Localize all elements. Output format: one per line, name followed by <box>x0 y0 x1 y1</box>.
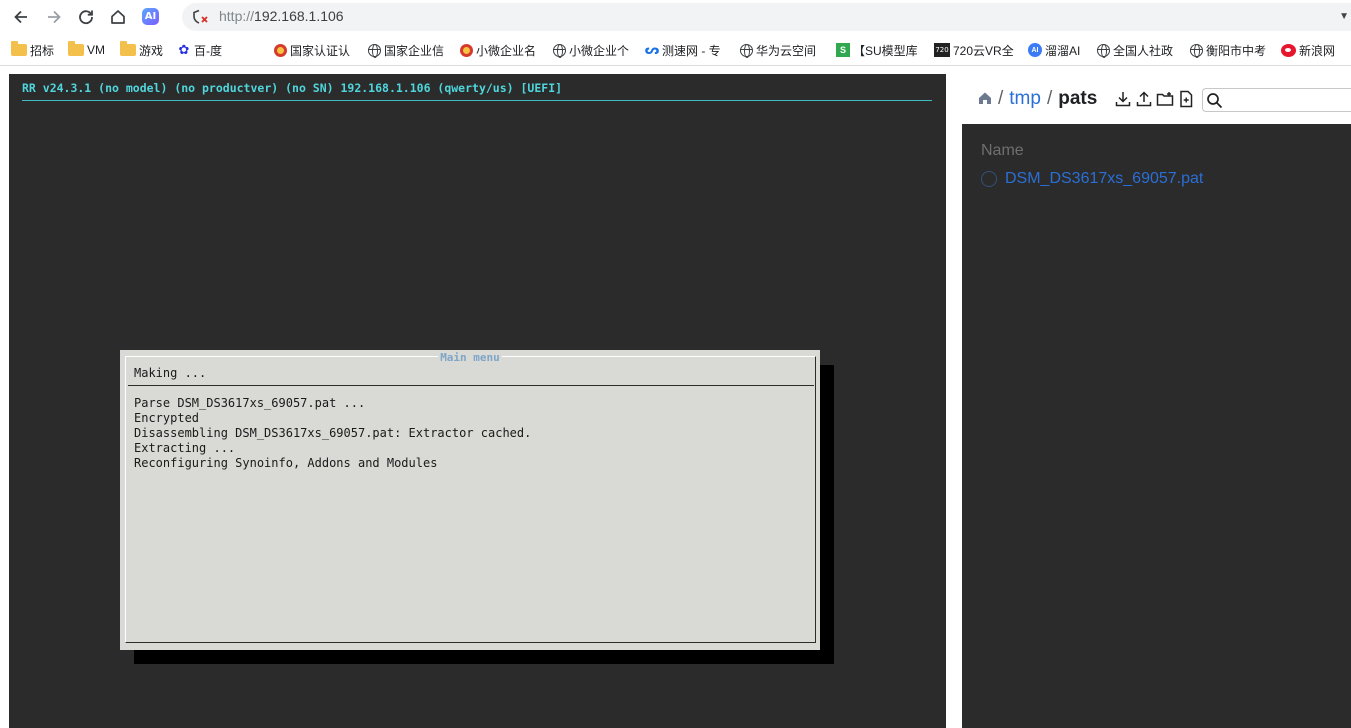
file-row[interactable]: DSM_DS3617xs_69057.pat <box>981 170 1203 188</box>
720yun-icon: 720 <box>934 43 950 57</box>
su-model-icon: S <box>836 43 850 57</box>
upload-icon[interactable] <box>1135 90 1153 108</box>
main-menu-dialog: Main menu Making ... Parse DSM_DS3617xs_… <box>120 350 820 650</box>
folder-icon <box>68 41 84 56</box>
file-link[interactable]: DSM_DS3617xs_69057.pat <box>1005 170 1203 188</box>
reload-button[interactable] <box>74 5 98 29</box>
bookmark-label: 新浪网 <box>1299 43 1336 58</box>
new-file-icon[interactable] <box>1177 90 1195 108</box>
pane-divider[interactable] <box>946 74 962 728</box>
log-line: Reconfiguring Synoinfo, Addons and Modul… <box>134 456 438 470</box>
url-scheme: http:// <box>219 8 255 24</box>
page-content: RR v24.3.1 (no model) (no productver) (n… <box>0 67 1351 728</box>
breadcrumb-separator: / <box>998 88 1004 109</box>
bookmark-label: 游戏 <box>139 43 164 58</box>
bookmark-label: 百-度 <box>194 43 222 58</box>
file-browser-header: / tmp / pats <box>962 74 1351 124</box>
bookmark-cnca[interactable]: 国家认证认 <box>274 41 356 59</box>
bookmark-label: 衡阳市中考 <box>1206 43 1267 58</box>
file-toolbar <box>1114 90 1195 108</box>
dialog-status: Making ... <box>134 366 207 380</box>
column-header-name[interactable]: Name <box>981 142 1024 160</box>
not-secure-shield-icon <box>193 9 208 24</box>
bookmark-label: 溜溜AI <box>1045 43 1081 58</box>
reload-icon <box>79 10 93 25</box>
globe-icon <box>368 43 381 58</box>
national-emblem-icon <box>460 43 473 57</box>
bookmark-hengyang[interactable]: 衡阳市中考 <box>1190 41 1270 59</box>
bookmark-folder-vm[interactable]: VM <box>68 41 105 59</box>
liuliu-ai-icon: AI <box>1028 43 1042 57</box>
dialog-title-text: Main menu <box>438 351 502 364</box>
speedtest-icon: ᔕ <box>645 42 660 57</box>
ai-assistant-button[interactable]: AI <box>142 8 159 25</box>
arrow-left-icon <box>14 10 27 24</box>
bookmark-label: 招标 <box>30 43 55 58</box>
folder-icon <box>11 41 27 56</box>
forward-button[interactable] <box>42 5 66 29</box>
bookmark-su-model[interactable]: S 【SU模型库 <box>836 41 920 59</box>
home-icon <box>111 10 125 24</box>
web-terminal[interactable]: RR v24.3.1 (no model) (no productver) (n… <box>9 74 946 728</box>
bookmark-label: VM <box>87 43 105 57</box>
bookmark-label: 国家企业信 <box>384 43 445 58</box>
bookmark-gsxt[interactable]: 国家企业信 <box>368 41 448 59</box>
bookmark-label: 720云VR全 <box>953 43 1014 58</box>
globe-icon <box>1190 43 1203 58</box>
bookmark-label: 华为云空间 <box>756 43 817 58</box>
chevron-down-icon[interactable]: ▼ <box>1339 11 1349 22</box>
new-folder-icon[interactable] <box>1156 90 1174 108</box>
url-text[interactable]: http://192.168.1.106 <box>219 8 344 24</box>
globe-icon <box>1097 43 1110 58</box>
bookmark-label: 国家认证认 <box>290 43 351 58</box>
bookmark-baidu[interactable]: ✿ 百-度 <box>177 41 222 59</box>
bookmark-xiaowei-1[interactable]: 小微企业名 <box>460 41 540 59</box>
url-host: 192.168.1.106 <box>254 8 344 24</box>
bookmark-liuliu-ai[interactable]: AI 溜溜AI <box>1028 41 1088 59</box>
bookmarks-bar: 招标 VM 游戏 ✿ 百-度 国家认证认 国家企业信 小微企业名 小微企业个 ᔕ… <box>0 34 1351 66</box>
log-line: Parse DSM_DS3617xs_69057.pat ... <box>134 396 366 410</box>
bookmark-folder-games[interactable]: 游戏 <box>120 41 163 59</box>
dialog-title: Main menu <box>120 351 820 364</box>
log-line: Encrypted <box>134 411 200 425</box>
bookmark-label: 【SU模型库 <box>853 43 918 58</box>
bookmark-label: 测速网 - 专 <box>662 43 721 58</box>
file-icon <box>981 171 997 187</box>
file-search-input[interactable] <box>1202 88 1351 112</box>
weibo-icon <box>1281 43 1296 57</box>
bookmark-huawei-cloud[interactable]: 华为云空间 <box>740 41 820 59</box>
bookmark-label: 全国人社政 <box>1113 43 1174 58</box>
terminal-header: RR v24.3.1 (no model) (no productver) (n… <box>22 81 563 95</box>
breadcrumb: / tmp / pats <box>978 88 1097 110</box>
bookmark-label: 小微企业名 <box>476 43 537 58</box>
globe-icon <box>740 43 753 58</box>
baidu-paw-icon: ✿ <box>178 42 190 57</box>
bookmark-xiaowei-2[interactable]: 小微企业个 <box>553 41 633 59</box>
bookmark-sina[interactable]: 新浪网 <box>1281 41 1343 59</box>
dialog-separator <box>128 385 814 386</box>
address-bar[interactable]: http://192.168.1.106 ▼ <box>182 3 1351 31</box>
bookmark-label: 小微企业个 <box>569 43 630 58</box>
folder-icon <box>120 41 136 56</box>
file-list: Name DSM_DS3617xs_69057.pat <box>962 124 1351 728</box>
back-button[interactable] <box>9 5 33 29</box>
bookmark-720yun[interactable]: 720 720云VR全 <box>934 41 1016 59</box>
log-line: Disassembling DSM_DS3617xs_69057.pat: Ex… <box>134 426 532 440</box>
breadcrumb-tmp[interactable]: tmp <box>1009 88 1041 110</box>
bookmark-renshe[interactable]: 全国人社政 <box>1097 41 1177 59</box>
home-icon[interactable] <box>978 91 992 105</box>
bookmark-speedtest[interactable]: ᔕ 测速网 - 专 <box>645 41 725 59</box>
log-line: Extracting ... <box>134 441 236 455</box>
national-emblem-icon <box>274 43 287 57</box>
arrow-right-icon <box>48 10 61 24</box>
browser-toolbar: AI http://192.168.1.106 ▼ <box>0 0 1351 34</box>
search-icon <box>1207 93 1223 109</box>
download-icon[interactable] <box>1114 90 1132 108</box>
terminal-header-rule <box>22 100 932 101</box>
globe-icon <box>553 43 566 58</box>
home-button[interactable] <box>106 5 130 29</box>
breadcrumb-separator: / <box>1046 88 1053 109</box>
bookmark-folder-zhaobiao[interactable]: 招标 <box>11 41 54 59</box>
breadcrumb-current: pats <box>1058 88 1098 109</box>
